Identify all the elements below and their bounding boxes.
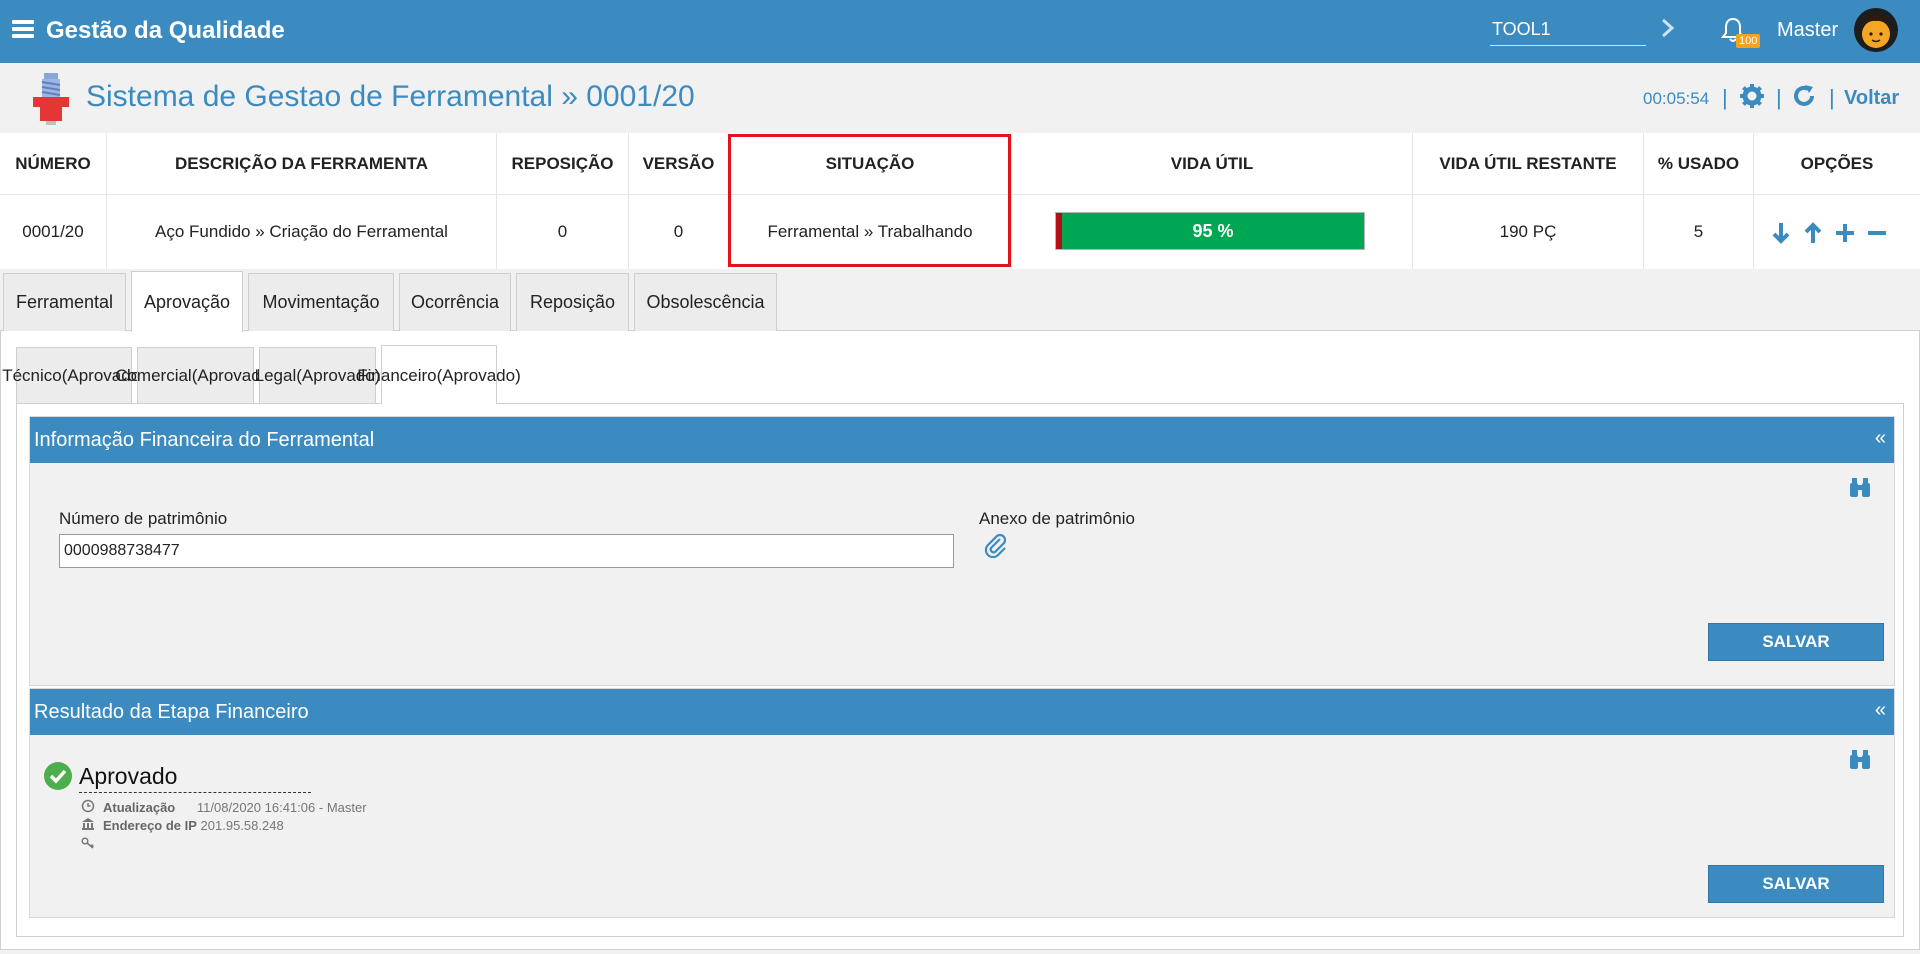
check-circle-icon	[44, 762, 72, 790]
app-title: Gestão da Qualidade	[46, 17, 285, 44]
section-header: Informação Financeira do Ferramental «	[30, 417, 1894, 463]
subtab-label: Técnico	[2, 366, 62, 385]
tab-ferramental[interactable]: Ferramental	[3, 273, 126, 331]
avatar[interactable]	[1854, 8, 1898, 52]
key-icon	[81, 837, 95, 849]
column-header: VERSÃO	[629, 133, 729, 195]
page-title: Sistema de Gestao de Ferramental » 0001/…	[86, 80, 695, 113]
update-info: Atualização 11/08/2020 16:41:06 - Master	[103, 800, 367, 815]
menu-icon[interactable]	[12, 20, 34, 38]
column-header: OPÇÕES	[1754, 133, 1920, 195]
update-value: 11/08/2020 16:41:06	[196, 800, 316, 815]
ip-value: 201.95.58.248	[200, 818, 284, 833]
cell-numero: 0001/20	[0, 195, 107, 269]
notification-badge: 100	[1736, 34, 1761, 48]
patrimonio-input[interactable]	[59, 534, 954, 568]
approval-status: Aprovado	[79, 763, 311, 793]
column-header: REPOSIÇÃO	[497, 133, 629, 195]
section-title: Informação Financeira do Ferramental	[34, 428, 375, 451]
page-header: Sistema de Gestao de Ferramental » 0001/…	[0, 63, 1920, 133]
arrow-up-icon[interactable]	[1800, 220, 1826, 246]
binoculars-icon[interactable]	[1848, 477, 1872, 499]
column-header: DESCRIÇÃO DA FERRAMENTA	[107, 133, 497, 195]
bank-icon	[82, 818, 94, 830]
chevron-right-icon[interactable]	[1660, 14, 1676, 42]
paperclip-icon[interactable]	[983, 533, 1009, 559]
column-header: SITUAÇÃO	[729, 133, 1012, 195]
tool-logo-icon	[33, 73, 69, 125]
tool-search-input[interactable]	[1490, 14, 1646, 46]
cell-descricao: Aço Fundido » Criação do Ferramental	[107, 195, 497, 269]
back-link[interactable]: Voltar	[1844, 87, 1899, 110]
tab-aprovacao[interactable]: Aprovação	[131, 271, 243, 332]
financial-info-section: Informação Financeira do Ferramental « N…	[29, 416, 1895, 686]
cell-reposicao: 0	[497, 195, 629, 269]
cell-situacao: Ferramental » Trabalhando	[729, 195, 1012, 269]
update-user: - Master	[318, 800, 367, 815]
column-header: VIDA ÚTIL	[1012, 133, 1413, 195]
column-header: NÚMERO	[0, 133, 107, 195]
tab-obsolescencia[interactable]: Obsolescência	[634, 273, 777, 331]
cell-vida-restante: 190 PÇ	[1413, 195, 1644, 269]
tab-ocorrencia[interactable]: Ocorrência	[399, 273, 511, 331]
cell-usado: 5	[1644, 195, 1754, 269]
binoculars-icon[interactable]	[1848, 749, 1872, 771]
subtab-label: Legal	[254, 366, 297, 385]
save-button[interactable]: SALVAR	[1708, 623, 1884, 661]
save-button[interactable]: SALVAR	[1708, 865, 1884, 903]
minus-icon[interactable]	[1864, 220, 1890, 246]
subtab-status: (Aprovado)	[436, 365, 521, 385]
clock-icon	[81, 799, 95, 813]
collapse-icon[interactable]: «	[1875, 699, 1886, 722]
ip-label: Endereço de IP	[103, 818, 197, 833]
refresh-icon[interactable]	[1791, 83, 1817, 109]
patrimonio-label: Número de patrimônio	[59, 509, 228, 528]
result-section: Resultado da Etapa Financeiro « Aprovado…	[29, 688, 1895, 918]
section-title: Resultado da Etapa Financeiro	[34, 700, 309, 723]
notifications-button[interactable]: 100	[1720, 16, 1761, 50]
life-progress-bar: 95 %	[1055, 212, 1365, 250]
subtab-label: Comercial	[115, 366, 192, 385]
column-header: VIDA ÚTIL RESTANTE	[1413, 133, 1644, 195]
anexo-label: Anexo de patrimônio	[979, 509, 1135, 528]
top-bar: Gestão da Qualidade 100 Master	[0, 0, 1920, 63]
tab-reposicao[interactable]: Reposição	[516, 273, 629, 331]
tab-movimentacao[interactable]: Movimentação	[248, 273, 394, 331]
divider: |	[1776, 85, 1782, 110]
subtab-financeiro[interactable]: Financeiro (Aprovado)	[357, 345, 521, 404]
cell-versao: 0	[629, 195, 729, 269]
subtab-comercial[interactable]: Comercial (Aprovado)	[115, 347, 276, 403]
user-name[interactable]: Master	[1777, 19, 1838, 42]
subtab-label: Financeiro	[357, 365, 437, 385]
avatar-face-icon	[1862, 14, 1890, 48]
gear-icon[interactable]	[1739, 83, 1765, 109]
section-header: Resultado da Etapa Financeiro «	[30, 689, 1894, 735]
arrow-down-icon[interactable]	[1768, 220, 1794, 246]
session-timer: 00:05:54	[1643, 89, 1710, 108]
main-tabs: Ferramental Aprovação Movimentação Ocorr…	[0, 271, 1920, 332]
ip-info: Endereço de IP 201.95.58.248	[103, 818, 284, 833]
life-remaining-segment: 95 %	[1062, 213, 1364, 249]
plus-icon[interactable]	[1832, 220, 1858, 246]
column-header: % USADO	[1644, 133, 1754, 195]
divider: |	[1722, 85, 1728, 110]
divider: |	[1829, 85, 1835, 110]
tool-summary-table: NÚMERO DESCRIÇÃO DA FERRAMENTA REPOSIÇÃO…	[0, 133, 1920, 269]
update-label: Atualização	[103, 800, 176, 815]
collapse-icon[interactable]: «	[1875, 427, 1886, 450]
